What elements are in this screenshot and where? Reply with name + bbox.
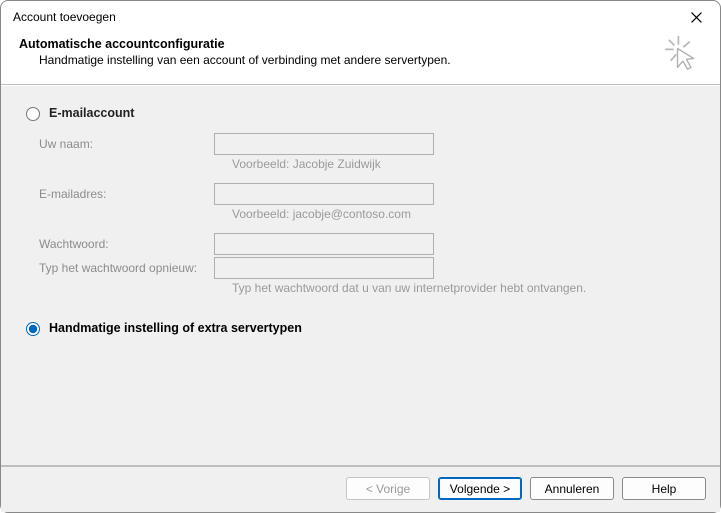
input-password bbox=[214, 233, 434, 255]
input-email bbox=[214, 183, 434, 205]
label-name: Uw naam: bbox=[39, 134, 214, 154]
input-password2 bbox=[214, 257, 434, 279]
email-form: Uw naam: Voorbeeld: Jacobje Zuidwijk E-m… bbox=[21, 133, 700, 319]
content-spacer bbox=[21, 348, 700, 453]
row-email: E-mailadres: bbox=[39, 183, 700, 205]
help-button[interactable]: Help bbox=[622, 477, 706, 500]
hint-name: Voorbeeld: Jacobje Zuidwijk bbox=[39, 157, 700, 171]
radio-manual-label[interactable]: Handmatige instelling of extra servertyp… bbox=[49, 321, 302, 335]
header-subtitle: Handmatige instelling van een account of… bbox=[19, 53, 451, 67]
wizard-footer: < Vorige Volgende > Annuleren Help bbox=[1, 466, 720, 512]
label-password2: Typ het wachtwoord opnieuw: bbox=[39, 258, 214, 278]
row-password2: Typ het wachtwoord opnieuw: bbox=[39, 257, 700, 279]
close-button[interactable] bbox=[682, 7, 710, 27]
cursor-click-icon bbox=[664, 33, 704, 74]
radio-email-label[interactable]: E-mailaccount bbox=[49, 106, 134, 120]
close-icon bbox=[691, 12, 702, 23]
label-password: Wachtwoord: bbox=[39, 234, 214, 254]
titlebar: Account toevoegen bbox=[1, 1, 720, 29]
wizard-header: Automatische accountconfiguratie Handmat… bbox=[1, 29, 720, 85]
radio-manual-input[interactable] bbox=[26, 322, 40, 336]
back-button: < Vorige bbox=[346, 477, 430, 500]
cancel-button[interactable]: Annuleren bbox=[530, 477, 614, 500]
next-button[interactable]: Volgende > bbox=[438, 477, 522, 500]
header-title: Automatische accountconfiguratie bbox=[19, 37, 451, 51]
row-password: Wachtwoord: bbox=[39, 233, 700, 255]
hint-email: Voorbeeld: jacobje@contoso.com bbox=[39, 207, 700, 221]
header-text: Automatische accountconfiguratie Handmat… bbox=[19, 33, 451, 67]
window-title: Account toevoegen bbox=[13, 10, 116, 24]
radio-email-input[interactable] bbox=[26, 107, 40, 121]
wizard-content: E-mailaccount Uw naam: Voorbeeld: Jacobj… bbox=[1, 85, 720, 465]
radio-email-account[interactable]: E-mailaccount bbox=[21, 104, 700, 121]
input-name bbox=[214, 133, 434, 155]
hint-password: Typ het wachtwoord dat u van uw internet… bbox=[39, 281, 700, 295]
radio-manual-setup[interactable]: Handmatige instelling of extra servertyp… bbox=[21, 319, 700, 336]
row-name: Uw naam: bbox=[39, 133, 700, 155]
label-email: E-mailadres: bbox=[39, 184, 214, 204]
